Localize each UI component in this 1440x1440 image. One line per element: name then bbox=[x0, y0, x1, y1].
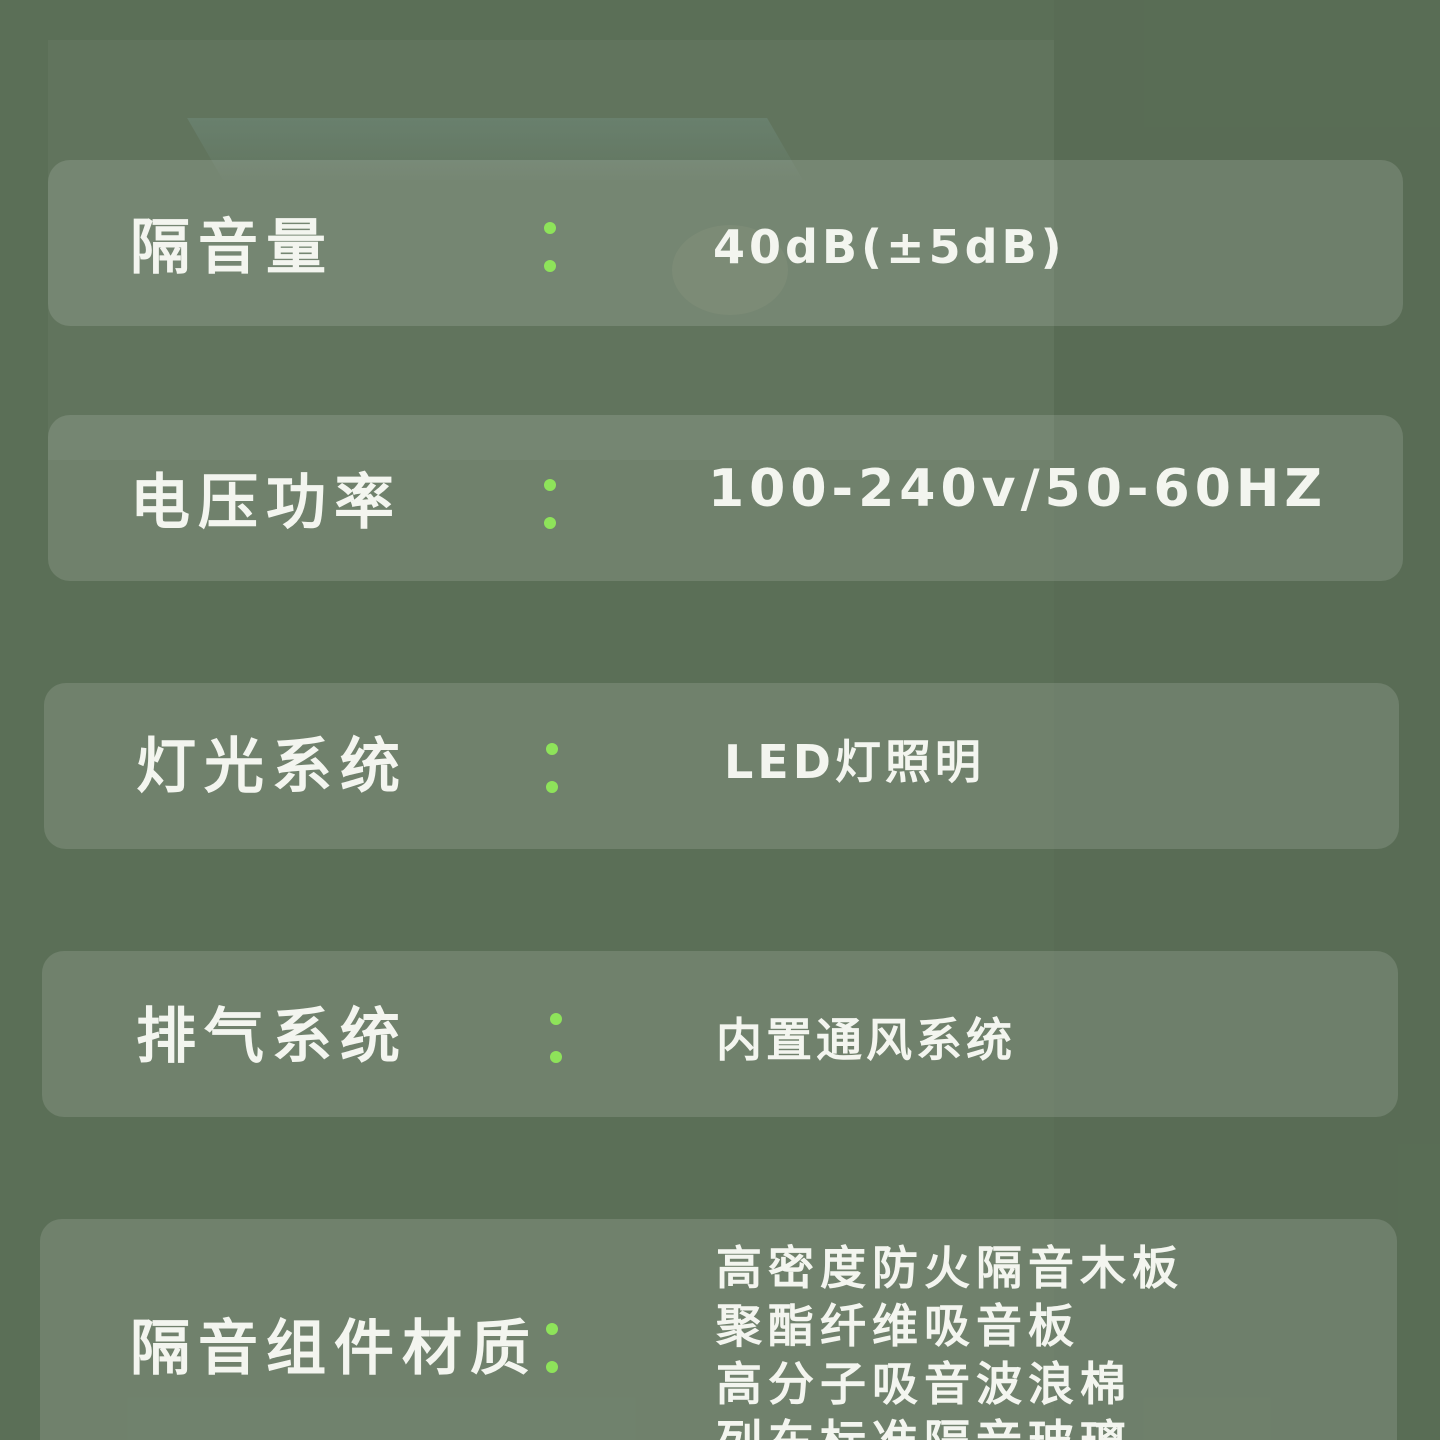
spec-row-ventilation: 排气系统 内置通风系统 bbox=[42, 951, 1398, 1117]
spec-value: LED灯照明 bbox=[724, 735, 985, 789]
material-item: 高分子吸音波浪棉 bbox=[716, 1357, 1132, 1411]
spec-value: 40dB(±5dB) bbox=[713, 220, 1066, 274]
material-item: 列车标准隔音玻璃 bbox=[716, 1413, 1184, 1440]
spec-row-lighting: 灯光系统 LED灯照明 bbox=[44, 683, 1399, 849]
spec-value-list: 高密度防火隔音木板 聚酯纤维吸音板 高分子吸音波浪棉 列车标准隔音玻璃 bbox=[716, 1239, 1184, 1440]
colon-separator bbox=[544, 222, 558, 272]
spec-row-insulation-materials: 隔音组件材质 高密度防火隔音木板 聚酯纤维吸音板 高分子吸音波浪棉 列车标准隔音… bbox=[40, 1219, 1397, 1440]
spec-row-sound-insulation: 隔音量 40dB(±5dB) bbox=[48, 160, 1403, 326]
spec-label: 电压功率 bbox=[130, 468, 402, 538]
spec-label: 隔音组件材质 bbox=[130, 1314, 538, 1384]
spec-label: 灯光系统 bbox=[136, 732, 408, 802]
colon-separator bbox=[550, 1013, 564, 1063]
spec-page: 隔音量 40dB(±5dB) 电压功率 100-240v/50-60HZ 灯光系… bbox=[0, 0, 1440, 1440]
spec-row-voltage-power: 电压功率 100-240v/50-60HZ bbox=[48, 415, 1403, 581]
material-item: 聚酯纤维吸音板 bbox=[716, 1299, 1080, 1353]
spec-label: 隔音量 bbox=[130, 213, 334, 283]
spec-value: 内置通风系统 bbox=[716, 1013, 1016, 1067]
spec-value: 100-240v/50-60HZ bbox=[708, 459, 1328, 519]
colon-separator bbox=[544, 479, 558, 529]
spec-label: 排气系统 bbox=[136, 1002, 408, 1072]
material-item: 高密度防火隔音木板 bbox=[716, 1241, 1184, 1295]
colon-separator bbox=[546, 1323, 560, 1373]
colon-separator bbox=[546, 743, 560, 793]
